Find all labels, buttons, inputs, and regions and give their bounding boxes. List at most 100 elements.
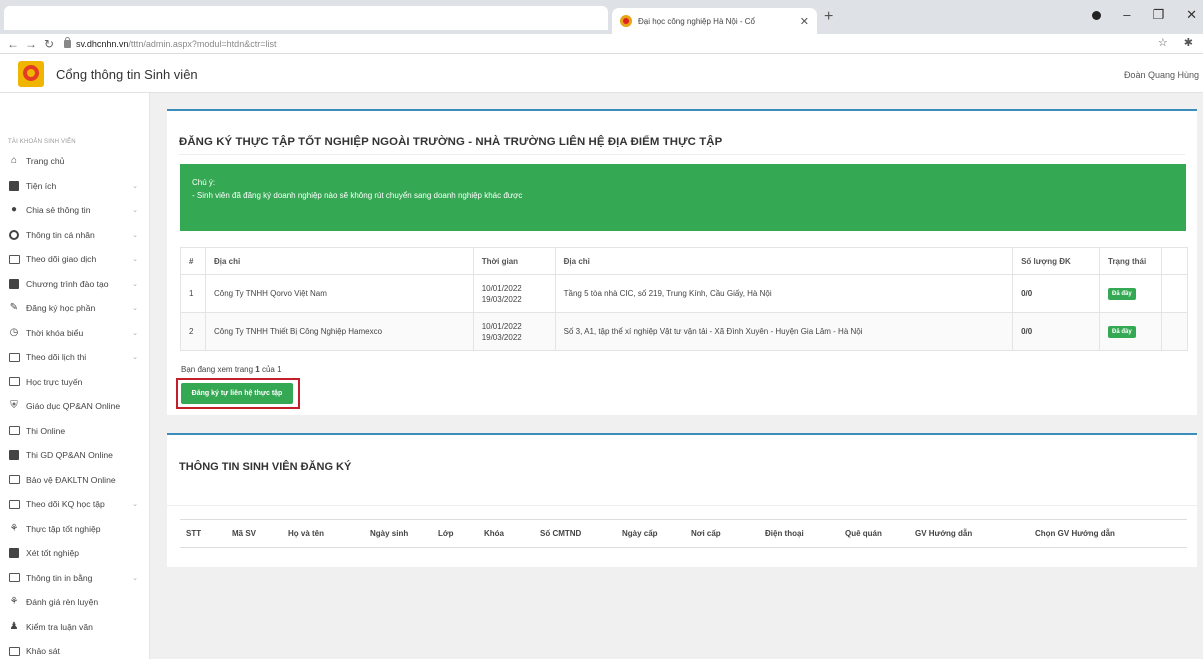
- col-header-address[interactable]: Địa chỉ: [554, 247, 1014, 275]
- sidebar-item-14[interactable]: Bảo vệ ĐAKLTN Online: [0, 468, 150, 493]
- app-header: Cổng thông tin Sinh viên Đoàn Quang Hùng: [0, 55, 1203, 93]
- sidebar-item-8[interactable]: ◷ Thời khóa biểu ⌄: [0, 321, 150, 346]
- col-header-count[interactable]: Số lượng ĐK: [1012, 247, 1100, 275]
- chevron-down-icon[interactable]: ⌄: [132, 304, 138, 312]
- sidebar-item-label: Chia sẻ thông tin: [26, 205, 91, 216]
- transaction-icon: [8, 254, 20, 265]
- sidebar-item-17[interactable]: Xét tốt nghiệp: [0, 541, 150, 566]
- col-header-id-number: Số CMTND: [534, 519, 616, 548]
- status-badge: Đã đầy: [1108, 287, 1136, 300]
- back-icon[interactable]: ←: [4, 37, 22, 51]
- self-register-internship-button[interactable]: Đăng ký tự liên hệ thực tập: [181, 383, 293, 404]
- chevron-down-icon[interactable]: ⌄: [132, 182, 138, 190]
- sidebar-item-label: Đánh giá rèn luyện: [26, 597, 99, 608]
- sidebar-item-11[interactable]: ⛨ Giáo dục QP&AN Online: [0, 394, 150, 419]
- company-table: # Địa chỉ Thời gian Địa chỉ Số lượng ĐK …: [180, 247, 1189, 351]
- section-title: THÔNG TIN SINH VIÊN ĐĂNG KÝ: [179, 461, 352, 473]
- sidebar-item-label: Tiện ích: [26, 180, 57, 191]
- sidebar-item-12[interactable]: Thi Online: [0, 419, 150, 444]
- user-circle-icon: [8, 229, 20, 240]
- col-header-issue-date: Ngày cấp: [616, 519, 685, 548]
- sidebar-item-label: Kiểm tra luận văn: [26, 621, 93, 632]
- student-table: STT Mã SV Họ và tên Ngày sinh Lớp Khóa S…: [180, 519, 1187, 548]
- page-prefix: Bạn đang xem trang: [181, 365, 254, 374]
- start-date: 10/01/2022: [481, 283, 522, 293]
- chat-icon: ●: [10, 204, 18, 216]
- sidebar-item-label: Thông tin cá nhân: [26, 229, 95, 240]
- url-field[interactable]: sv.dhcnhn.vn/tttn/admin.aspx?modul=htdn&…: [64, 36, 276, 49]
- forward-icon[interactable]: →: [22, 37, 40, 51]
- company-address: Tầng 5 tòa nhà CIC, số 219, Trung Kính, …: [554, 274, 1014, 313]
- chevron-down-icon[interactable]: ⌄: [132, 574, 138, 582]
- extra-cell: [1160, 274, 1189, 313]
- profile-icon[interactable]: [1092, 11, 1102, 20]
- chevron-down-icon[interactable]: ⌄: [132, 353, 138, 361]
- sidebar-item-7[interactable]: ✎ Đăng ký học phần ⌄: [0, 296, 150, 321]
- page-total: 1: [277, 365, 282, 374]
- col-header-company[interactable]: Địa chỉ: [204, 247, 474, 275]
- chevron-down-icon[interactable]: ⌄: [132, 231, 138, 239]
- col-header-time[interactable]: Thời gian: [472, 247, 556, 275]
- chevron-down-icon[interactable]: ⌄: [132, 255, 138, 263]
- portal-title[interactable]: Cổng thông tin Sinh viên: [56, 67, 198, 82]
- book-icon: [8, 278, 20, 289]
- sidebar-item-18[interactable]: Thông tin in bằng ⌄: [0, 566, 150, 591]
- sidebar-item-9[interactable]: Theo dõi lịch thi ⌄: [0, 345, 150, 370]
- sidebar-item-19[interactable]: ⚘ Đánh giá rèn luyện: [0, 590, 150, 615]
- table-header-row: # Địa chỉ Thời gian Địa chỉ Số lượng ĐK …: [180, 247, 1189, 275]
- sidebar-item-4[interactable]: Thông tin cá nhân ⌄: [0, 223, 150, 248]
- clock-icon: ◷: [9, 326, 19, 338]
- sidebar-item-13[interactable]: Thi GD QP&AN Online: [0, 443, 150, 468]
- sidebar-item-label: Theo dõi KQ học tập: [26, 499, 105, 510]
- chevron-down-icon[interactable]: ⌄: [132, 329, 138, 337]
- address-bar: ← → ↻ sv.dhcnhn.vn/tttn/admin.aspx?modul…: [0, 34, 1203, 54]
- sidebar-item-1[interactable]: ⌂ Trang chủ: [0, 149, 150, 174]
- table-header-row: STT Mã SV Họ và tên Ngày sinh Lớp Khóa S…: [180, 519, 1187, 548]
- sidebar-item-3[interactable]: ● Chia sẻ thông tin ⌄: [0, 198, 150, 223]
- new-tab-icon[interactable]: +: [824, 8, 833, 26]
- sidebar-item-label: Bảo vệ ĐAKLTN Online: [26, 474, 116, 485]
- col-header-status[interactable]: Trạng thái: [1099, 247, 1162, 275]
- divider: [167, 505, 1197, 506]
- chevron-down-icon[interactable]: ⌄: [132, 206, 138, 214]
- time-range: 10/01/2022 19/03/2022: [472, 312, 556, 351]
- sidebar-item-10[interactable]: Học trực tuyến: [0, 370, 150, 395]
- university-logo[interactable]: [18, 61, 44, 87]
- col-header-advisor: GV Hướng dẫn: [909, 519, 1029, 548]
- sidebar-menu: ⌂ Trang chủ Tiện ích ⌄ ● Chia sẻ thông tin ⌄ Th…: [0, 149, 150, 659]
- chevron-down-icon[interactable]: ⌄: [132, 280, 138, 288]
- student-registration-card: THÔNG TIN SINH VIÊN ĐĂNG KÝ STT Mã SV Họ…: [167, 433, 1197, 567]
- user-name[interactable]: Đoàn Quang Hùng: [1124, 70, 1199, 80]
- online-exam-icon: [8, 450, 20, 461]
- sidebar-item-2[interactable]: Tiện ích ⌄: [0, 174, 150, 199]
- reload-icon[interactable]: ↻: [40, 37, 58, 51]
- sidebar-item-15[interactable]: Theo dõi KQ học tập ⌄: [0, 492, 150, 517]
- sidebar-item-label: Theo dõi lịch thi: [26, 352, 87, 363]
- sidebar-item-16[interactable]: ⚘ Thực tập tốt nghiệp: [0, 517, 150, 542]
- table-row[interactable]: 2 Công Ty TNHH Thiết Bị Công Nghiệp Hame…: [180, 312, 1189, 351]
- close-window-icon[interactable]: ✕: [1186, 7, 1197, 23]
- exam-icon: [8, 425, 20, 436]
- col-header-hometown: Quê quán: [839, 519, 909, 548]
- sidebar-item-21[interactable]: Khảo sát: [0, 639, 150, 659]
- sidebar-item-5[interactable]: Theo dõi giao dịch ⌄: [0, 247, 150, 272]
- sidebar-item-6[interactable]: Chương trình đào tạo ⌄: [0, 272, 150, 297]
- sidebar-item-label: Đăng ký học phần: [26, 303, 96, 314]
- table-row[interactable]: 1 Công Ty TNHH Qorvo Việt Nam 10/01/2022…: [180, 274, 1189, 313]
- chevron-down-icon[interactable]: ⌄: [132, 500, 138, 508]
- bookmark-star-icon[interactable]: ☆: [1158, 36, 1168, 49]
- print-icon: [8, 572, 20, 583]
- sidebar-item-label: Khảo sát: [26, 646, 60, 657]
- person-icon: ♟: [9, 620, 19, 632]
- restore-icon[interactable]: ❐: [1152, 7, 1164, 23]
- laptop-icon: [8, 180, 20, 191]
- sidebar-item-20[interactable]: ♟ Kiểm tra luận văn: [0, 615, 150, 640]
- col-header-course: Khóa: [478, 519, 534, 548]
- col-header-no: #: [180, 247, 206, 275]
- lock-icon: [64, 36, 71, 48]
- window-controls: – ❐ ✕: [1092, 7, 1197, 23]
- close-tab-icon[interactable]: ✕: [800, 15, 809, 28]
- extensions-icon[interactable]: ✱: [1184, 36, 1193, 49]
- minimize-icon[interactable]: –: [1123, 7, 1130, 23]
- browser-tab[interactable]: Đại học công nghiệp Hà Nội - Cổ ✕: [612, 8, 817, 34]
